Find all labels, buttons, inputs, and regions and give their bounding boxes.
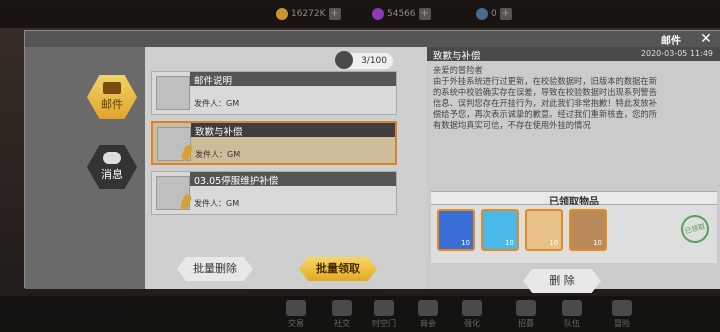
- mail-list: 3/100 邮件说明 发件人：GM 致歉与补偿 发件人：GM 03.05停服维护…: [145, 47, 427, 289]
- mail-detail: 致歉与补偿 2020-03-05 11:49 亲爱的冒险者 由于外挂系统进行过更…: [427, 47, 720, 293]
- envelope-icon: [156, 76, 190, 110]
- nav-item-team[interactable]: 队伍: [554, 300, 590, 329]
- social-icon: [332, 300, 352, 316]
- ore-item[interactable]: 10: [525, 209, 563, 251]
- detail-title: 致歉与补偿: [433, 51, 481, 62]
- nav-item-adventure[interactable]: 冒险: [604, 300, 640, 329]
- add-gold-button[interactable]: +: [328, 8, 341, 20]
- nav-item-trade[interactable]: 交易: [278, 300, 314, 329]
- claimed-stamp: 已领取: [677, 211, 713, 247]
- nav-item-enhance[interactable]: 强化: [454, 300, 490, 329]
- batch-claim-button[interactable]: 批量领取: [299, 257, 377, 281]
- detail-date: 2020-03-05 11:49: [640, 49, 713, 58]
- mail-panel: 邮件 ✕ 邮件 消息 3/100 邮件说明 发件人：GM 致歉与补偿 发件人：G…: [24, 30, 720, 293]
- chat-bubble-icon: [103, 152, 121, 164]
- adventure-icon: [612, 300, 632, 316]
- nav-item-guild[interactable]: 商会: [410, 300, 446, 329]
- close-button[interactable]: ✕: [695, 31, 717, 47]
- delete-button[interactable]: 删 除: [523, 269, 601, 293]
- nav-item-recruit[interactable]: 招募: [508, 300, 544, 329]
- recruit-icon: [516, 300, 536, 316]
- currency-icon: [476, 8, 488, 20]
- portal-icon: [374, 300, 394, 316]
- detail-body: 亲爱的冒险者 由于外挂系统进行过更新，在校验数据时，旧版本的数据在新的系统中校验…: [433, 65, 658, 130]
- envelope-count-icon: [335, 51, 353, 69]
- nav-item-portal[interactable]: 时空门: [366, 300, 402, 329]
- card-item[interactable]: 10: [437, 209, 475, 251]
- gem-resource: 54566 +: [372, 6, 431, 22]
- mail-list-item[interactable]: 邮件说明 发件人：GM: [151, 71, 397, 115]
- enhance-icon: [462, 300, 482, 316]
- trade-icon: [286, 300, 306, 316]
- tab-mail[interactable]: 邮件: [87, 75, 137, 119]
- gold-resource: 16272K +: [276, 6, 341, 22]
- mail-list-item[interactable]: 03.05停服维护补偿 发件人：GM: [151, 171, 397, 215]
- tab-column: 邮件 消息: [25, 47, 145, 289]
- panel-header: 邮件 ✕: [25, 31, 720, 47]
- mail-count: 3/100: [335, 51, 393, 69]
- claimed-items: 10 10 10 10 已领取: [431, 205, 717, 263]
- mail-list-item-selected[interactable]: 致歉与补偿 发件人：GM: [151, 121, 397, 165]
- currency-resource: 0 +: [476, 6, 512, 22]
- tab-message[interactable]: 消息: [87, 145, 137, 189]
- gem-icon: [372, 8, 384, 20]
- team-icon: [562, 300, 582, 316]
- gold-coin-icon: [276, 8, 288, 20]
- crystal-item[interactable]: 10: [481, 209, 519, 251]
- claimed-items-header: 已领取物品: [431, 191, 717, 208]
- add-currency-button[interactable]: +: [499, 8, 512, 20]
- chest-item[interactable]: 10: [569, 209, 607, 251]
- add-gem-button[interactable]: +: [418, 8, 431, 20]
- bottom-navigation: 交易 社交 时空门 商会 强化 招募 队伍 冒险: [0, 296, 720, 332]
- guild-icon: [418, 300, 438, 316]
- batch-delete-button[interactable]: 批量删除: [177, 257, 253, 281]
- mail-icon: [103, 82, 121, 94]
- resource-topbar: 16272K + 54566 + 0 +: [0, 0, 720, 28]
- nav-item-social[interactable]: 社交: [324, 300, 360, 329]
- panel-title: 邮件: [661, 36, 681, 47]
